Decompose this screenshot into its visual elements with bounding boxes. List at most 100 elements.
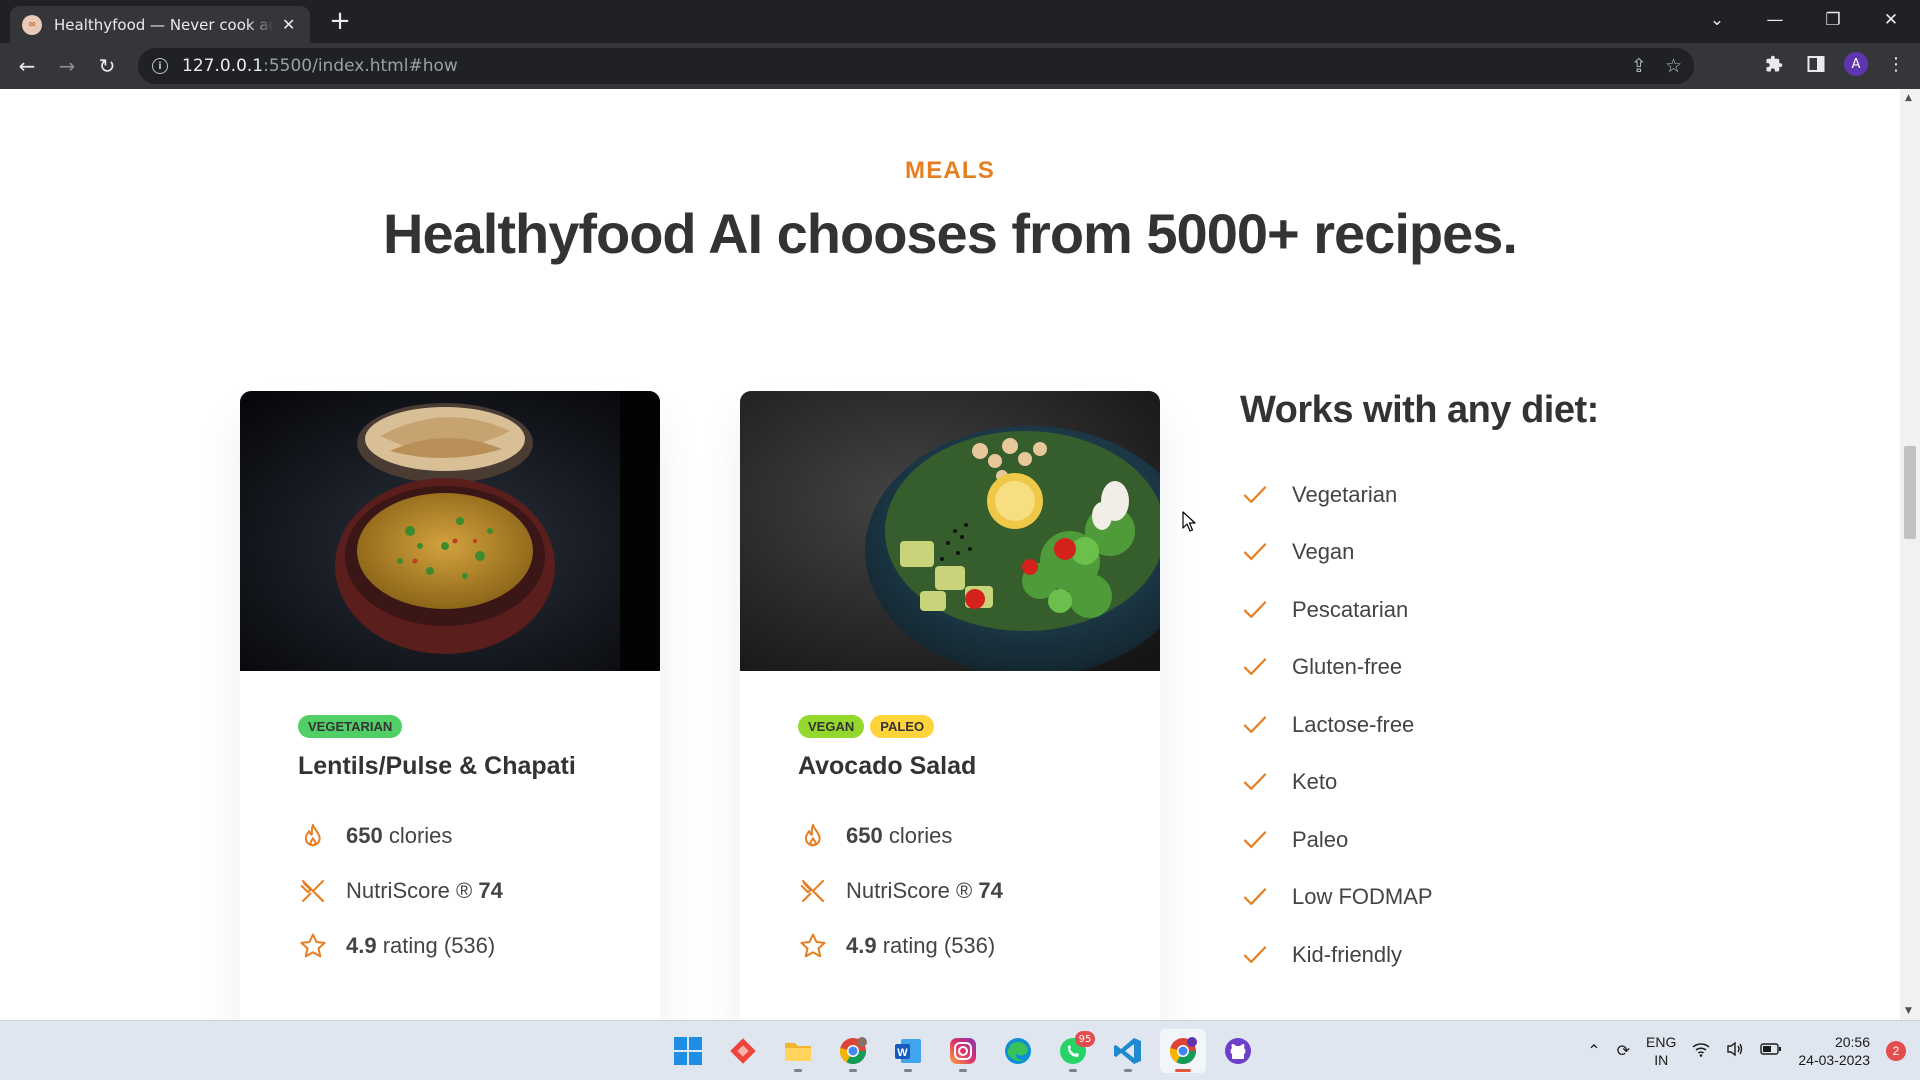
chrome-menu-icon[interactable]: ⋮ xyxy=(1882,50,1910,78)
forward-button[interactable]: → xyxy=(50,49,84,83)
meal-nutriscore: NutriScore ® 74 xyxy=(298,874,602,907)
restore-button[interactable]: ❐ xyxy=(1804,0,1862,40)
rating-label: rating (536) xyxy=(382,932,496,958)
volume-icon[interactable] xyxy=(1726,1041,1744,1062)
url-path: :5500/index.html#how xyxy=(263,56,458,76)
new-tab-button[interactable]: + xyxy=(325,6,355,36)
file-explorer-icon[interactable] xyxy=(775,1029,821,1073)
scrollbar-thumb[interactable] xyxy=(1904,446,1916,539)
url-text[interactable]: 127.0.0.1:5500/index.html#how xyxy=(182,56,458,76)
rating-label: rating (536) xyxy=(882,932,996,958)
flame-icon xyxy=(304,823,321,846)
meal-title: Lentils/Pulse & Chapati xyxy=(298,752,576,780)
section-subheading: MEALS xyxy=(905,157,995,184)
page-scrollbar[interactable]: ▲ ▼ xyxy=(1900,89,1920,1020)
nutriscore-value: 74 xyxy=(478,877,503,903)
system-clock[interactable]: 20:56 24-03-2023 xyxy=(1798,1033,1870,1069)
meal-image-lentils xyxy=(240,391,660,671)
meal-title: Avocado Salad xyxy=(798,752,977,780)
diet-item: Paleo xyxy=(1240,811,1599,869)
profile-avatar[interactable]: A xyxy=(1844,52,1868,76)
tab-close-icon[interactable]: ✕ xyxy=(282,15,295,34)
side-panel-icon[interactable] xyxy=(1802,50,1830,78)
anydesk-icon[interactable] xyxy=(720,1029,766,1073)
system-tray: ⌃ ⟳ ENG IN 20:56 24-03-2023 2 xyxy=(1587,1021,1906,1080)
calories-value: 650 xyxy=(346,822,383,848)
share-icon[interactable]: ⇪ xyxy=(1631,55,1647,77)
windows-start-icon[interactable] xyxy=(665,1029,711,1073)
scroll-down-arrow-icon[interactable]: ▼ xyxy=(1905,1006,1912,1016)
meal-rating: 4.9 rating (536) xyxy=(798,929,1102,962)
utensils-icon xyxy=(300,879,324,902)
wifi-icon[interactable] xyxy=(1692,1041,1710,1062)
word-icon[interactable]: W xyxy=(885,1029,931,1073)
diets-title: Works with any diet: xyxy=(1240,389,1599,431)
clock-time: 20:56 xyxy=(1834,1034,1870,1050)
rating-value: 4.9 xyxy=(846,932,877,958)
chevron-up-icon[interactable]: ⌃ xyxy=(1587,1041,1600,1061)
checkmark-icon xyxy=(1243,543,1267,561)
extensions-icon[interactable] xyxy=(1760,50,1788,78)
diet-item: Kid-friendly xyxy=(1240,926,1599,984)
calories-label: clories xyxy=(888,822,953,848)
diets-section: Works with any diet: Vegetarian Vegan Pesc… xyxy=(1240,389,1599,984)
scroll-up-arrow-icon[interactable]: ▲ xyxy=(1905,93,1912,103)
diet-item: Gluten-free xyxy=(1240,639,1599,697)
diet-item-label: Gluten-free xyxy=(1292,654,1403,680)
diet-item: Low FODMAP xyxy=(1240,869,1599,927)
checkmark-icon xyxy=(1243,773,1267,791)
utensils-icon xyxy=(800,879,824,902)
taskbar-apps: W 95 xyxy=(665,1029,1261,1073)
reload-button[interactable]: ↻ xyxy=(90,49,124,83)
section-heading: Healthyfood AI chooses from 5000+ recipe… xyxy=(383,202,1518,265)
calories-label: clories xyxy=(388,822,453,848)
diet-item-label: Paleo xyxy=(1292,826,1349,852)
site-favicon-icon: ∞ xyxy=(22,14,42,35)
whatsapp-icon[interactable]: 95 xyxy=(1050,1029,1096,1073)
checkmark-icon xyxy=(1243,716,1267,733)
input-language[interactable]: ENG IN xyxy=(1646,1033,1676,1069)
lang-region: IN xyxy=(1654,1052,1669,1068)
star-icon xyxy=(800,933,826,957)
tag-vegetarian: VEGETARIAN xyxy=(298,715,403,738)
checkmark-icon xyxy=(1243,888,1267,906)
edge-icon[interactable] xyxy=(995,1029,1041,1073)
sync-icon[interactable]: ⟳ xyxy=(1617,1041,1630,1061)
vscode-icon[interactable] xyxy=(1105,1029,1151,1073)
tab-title: Healthyfood — Never cook again! xyxy=(54,15,274,34)
checkmark-icon xyxy=(1243,946,1267,963)
browser-tab[interactable]: ∞ Healthyfood — Never cook again! ✕ xyxy=(10,6,310,43)
tab-search-icon[interactable]: ⌄ xyxy=(1688,0,1746,40)
notification-badge[interactable]: 2 xyxy=(1886,1041,1906,1061)
diet-item: Vegan xyxy=(1240,524,1599,582)
close-window-button[interactable]: ✕ xyxy=(1862,0,1920,40)
flame-icon xyxy=(804,823,821,846)
meal-calories: 650 clories xyxy=(798,819,1102,852)
battery-icon[interactable] xyxy=(1760,1042,1782,1061)
bookmark-star-icon[interactable]: ☆ xyxy=(1665,55,1682,77)
star-icon xyxy=(300,933,326,957)
diet-item-label: Keto xyxy=(1292,769,1338,795)
minimize-button[interactable]: — xyxy=(1746,0,1804,40)
checkmark-icon xyxy=(1243,601,1267,618)
site-info-icon[interactable]: i xyxy=(152,58,168,74)
checkmark-icon xyxy=(1243,831,1267,848)
checkmark-icon xyxy=(1243,486,1267,503)
mouse-cursor-icon xyxy=(1182,511,1196,532)
diet-item: Keto xyxy=(1240,754,1599,812)
chrome-profile-icon[interactable] xyxy=(830,1029,876,1073)
diet-item: Vegetarian xyxy=(1240,466,1599,524)
diet-item-label: Kid-friendly xyxy=(1292,941,1403,967)
meal-calories: 650 clories xyxy=(298,819,602,852)
browser-toolbar: ← → ↻ i 127.0.0.1:5500/index.html#how ⇪ … xyxy=(0,43,1920,89)
url-host: 127.0.0.1 xyxy=(182,56,264,76)
diet-item-label: Vegetarian xyxy=(1292,481,1398,507)
back-button[interactable]: ← xyxy=(10,49,44,83)
chrome-icon[interactable] xyxy=(1160,1029,1206,1073)
diet-list: Vegetarian Vegan Pescatarian Gluten-free Lac… xyxy=(1240,466,1599,984)
address-bar[interactable]: i 127.0.0.1:5500/index.html#how ⇪ ☆ xyxy=(138,48,1694,84)
nutriscore-value: 74 xyxy=(978,877,1003,903)
browser-tab-strip: ∞ Healthyfood — Never cook again! ✕ + ⌄ … xyxy=(0,0,1920,43)
instagram-icon[interactable] xyxy=(940,1029,986,1073)
github-desktop-icon[interactable] xyxy=(1215,1029,1261,1073)
